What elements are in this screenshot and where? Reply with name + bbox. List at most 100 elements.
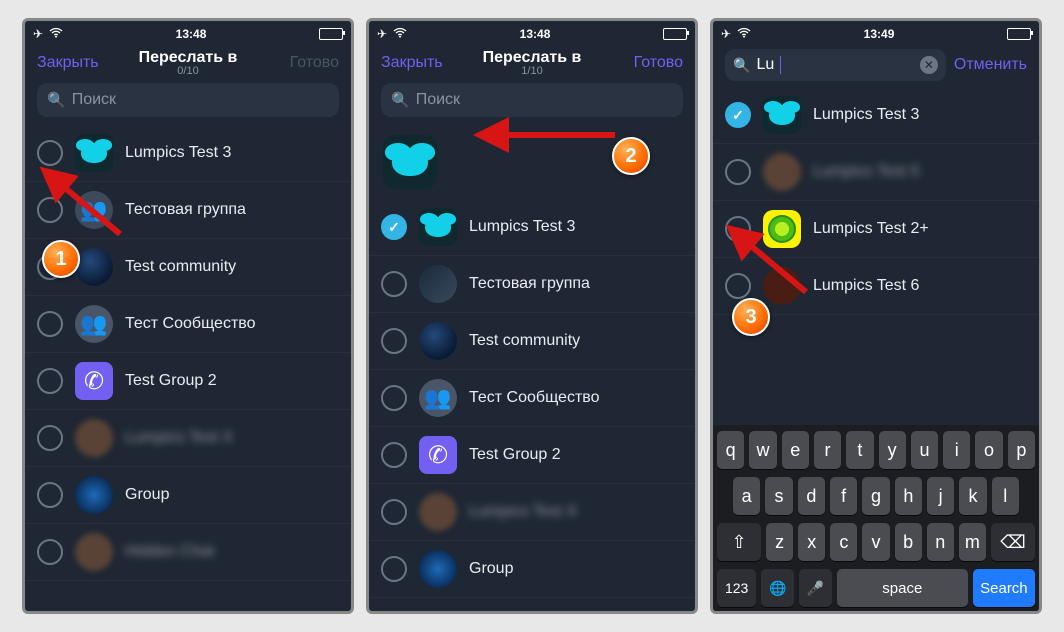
key-m[interactable]: m bbox=[959, 523, 986, 561]
key-n[interactable]: n bbox=[927, 523, 954, 561]
search-text: Lu bbox=[756, 56, 774, 74]
chat-label: Lumpics Test 2+ bbox=[813, 220, 929, 238]
key-s[interactable]: s bbox=[765, 477, 792, 515]
select-radio[interactable] bbox=[37, 368, 63, 394]
key-c[interactable]: c bbox=[830, 523, 857, 561]
select-radio[interactable] bbox=[381, 556, 407, 582]
chat-row-testgroup2[interactable]: ✆ Test Group 2 bbox=[369, 427, 695, 484]
done-button[interactable]: Готово bbox=[269, 54, 339, 72]
search-results: Lumpics Test 3 Lumpics Test 5 Lumpics Te… bbox=[713, 87, 1039, 425]
result-lumpics3[interactable]: Lumpics Test 3 bbox=[713, 87, 1039, 144]
select-radio[interactable] bbox=[381, 385, 407, 411]
close-button[interactable]: Закрыть bbox=[37, 54, 107, 72]
key-space[interactable]: space bbox=[837, 569, 968, 607]
key-a[interactable]: a bbox=[733, 477, 760, 515]
key-h[interactable]: h bbox=[895, 477, 922, 515]
key-w[interactable]: w bbox=[749, 431, 776, 469]
result-lumpics6[interactable]: Lumpics Test 6 bbox=[713, 258, 1039, 315]
chat-row-group[interactable]: Group bbox=[25, 467, 351, 524]
key-z[interactable]: z bbox=[766, 523, 793, 561]
key-d[interactable]: d bbox=[798, 477, 825, 515]
key-r[interactable]: r bbox=[814, 431, 841, 469]
key-search[interactable]: Search bbox=[973, 569, 1035, 607]
avatar bbox=[419, 493, 457, 531]
chat-label: Lumpics Test X bbox=[469, 503, 577, 521]
key-mic[interactable]: 🎤 bbox=[799, 569, 832, 607]
phone-screen-3: ✈ 13:49 🔍 Lu ✕ Отменить Lumpics Test 3 bbox=[710, 18, 1042, 614]
select-radio[interactable] bbox=[381, 328, 407, 354]
chat-row-group[interactable]: Group bbox=[369, 541, 695, 598]
selected-preview bbox=[369, 125, 695, 199]
key-b[interactable]: b bbox=[895, 523, 922, 561]
chat-label: Тест Сообщество bbox=[125, 315, 256, 333]
key-j[interactable]: j bbox=[927, 477, 954, 515]
select-radio[interactable] bbox=[381, 499, 407, 525]
key-x[interactable]: x bbox=[798, 523, 825, 561]
select-radio[interactable] bbox=[37, 539, 63, 565]
select-radio[interactable] bbox=[37, 425, 63, 451]
key-shift[interactable]: ⇧ bbox=[717, 523, 761, 561]
select-radio[interactable] bbox=[725, 216, 751, 242]
chat-label: Group bbox=[469, 560, 513, 578]
cancel-button[interactable]: Отменить bbox=[954, 56, 1027, 74]
select-radio[interactable] bbox=[381, 271, 407, 297]
search-header: 🔍 Lu ✕ Отменить bbox=[713, 45, 1039, 87]
select-radio-checked[interactable] bbox=[725, 102, 751, 128]
close-button[interactable]: Закрыть bbox=[381, 54, 451, 72]
chat-row-lumpics3[interactable]: Lumpics Test 3 bbox=[25, 125, 351, 182]
ios-keyboard[interactable]: qwertyuiop asdfghjkl ⇧ zxcvbnm ⌫ 123 🌐 🎤… bbox=[713, 425, 1039, 611]
chat-label: Lumpics Test 3 bbox=[125, 144, 231, 162]
avatar: 👥 bbox=[75, 191, 113, 229]
key-k[interactable]: k bbox=[959, 477, 986, 515]
chat-row-hidden[interactable]: Lumpics Test X bbox=[369, 484, 695, 541]
select-radio[interactable] bbox=[725, 273, 751, 299]
caret bbox=[780, 56, 781, 74]
key-g[interactable]: g bbox=[862, 477, 889, 515]
select-radio-checked[interactable] bbox=[381, 214, 407, 240]
clear-search-button[interactable]: ✕ bbox=[920, 56, 938, 74]
select-radio[interactable] bbox=[381, 442, 407, 468]
select-radio[interactable] bbox=[37, 140, 63, 166]
chat-row-testgroup[interactable]: 👥 Тестовая группа bbox=[25, 182, 351, 239]
avatar bbox=[419, 322, 457, 360]
key-e[interactable]: e bbox=[782, 431, 809, 469]
airplane-icon: ✈ bbox=[377, 27, 387, 41]
key-f[interactable]: f bbox=[830, 477, 857, 515]
key-globe[interactable]: 🌐 bbox=[761, 569, 794, 607]
search-input[interactable]: 🔍 Поиск bbox=[37, 83, 339, 117]
search-input[interactable]: 🔍 Поиск bbox=[381, 83, 683, 117]
key-o[interactable]: o bbox=[975, 431, 1002, 469]
search-input-active[interactable]: 🔍 Lu ✕ bbox=[725, 49, 946, 81]
result-hidden[interactable]: Lumpics Test 5 bbox=[713, 144, 1039, 201]
key-t[interactable]: t bbox=[846, 431, 873, 469]
chat-label: Test Group 2 bbox=[469, 446, 561, 464]
status-time: 13:48 bbox=[176, 27, 207, 41]
chat-row-testgroup2[interactable]: ✆ Test Group 2 bbox=[25, 353, 351, 410]
select-radio[interactable] bbox=[37, 254, 63, 280]
chat-row-hidden2[interactable]: Hidden Chat bbox=[25, 524, 351, 581]
chat-row-testcomm-ru[interactable]: 👥 Тест Сообщество bbox=[369, 370, 695, 427]
key-u[interactable]: u bbox=[911, 431, 938, 469]
chat-row-testcommunity[interactable]: Test community bbox=[369, 313, 695, 370]
chat-row-testcommunity[interactable]: Test community bbox=[25, 239, 351, 296]
key-backspace[interactable]: ⌫ bbox=[991, 523, 1035, 561]
key-l[interactable]: l bbox=[992, 477, 1019, 515]
done-button[interactable]: Готово bbox=[613, 54, 683, 72]
key-123[interactable]: 123 bbox=[717, 569, 756, 607]
key-p[interactable]: p bbox=[1008, 431, 1035, 469]
chat-row-testgroup[interactable]: Тестовая группа bbox=[369, 256, 695, 313]
result-lumpics2[interactable]: Lumpics Test 2+ bbox=[713, 201, 1039, 258]
key-y[interactable]: y bbox=[879, 431, 906, 469]
key-q[interactable]: q bbox=[717, 431, 744, 469]
chat-row-hidden[interactable]: Lumpics Test X bbox=[25, 410, 351, 467]
avatar: 👥 bbox=[75, 305, 113, 343]
select-radio[interactable] bbox=[37, 197, 63, 223]
key-i[interactable]: i bbox=[943, 431, 970, 469]
select-radio[interactable] bbox=[725, 159, 751, 185]
select-radio[interactable] bbox=[37, 311, 63, 337]
avatar bbox=[75, 533, 113, 571]
chat-row-lumpics3[interactable]: Lumpics Test 3 bbox=[369, 199, 695, 256]
chat-row-testcomm-ru[interactable]: 👥 Тест Сообщество bbox=[25, 296, 351, 353]
select-radio[interactable] bbox=[37, 482, 63, 508]
key-v[interactable]: v bbox=[862, 523, 889, 561]
